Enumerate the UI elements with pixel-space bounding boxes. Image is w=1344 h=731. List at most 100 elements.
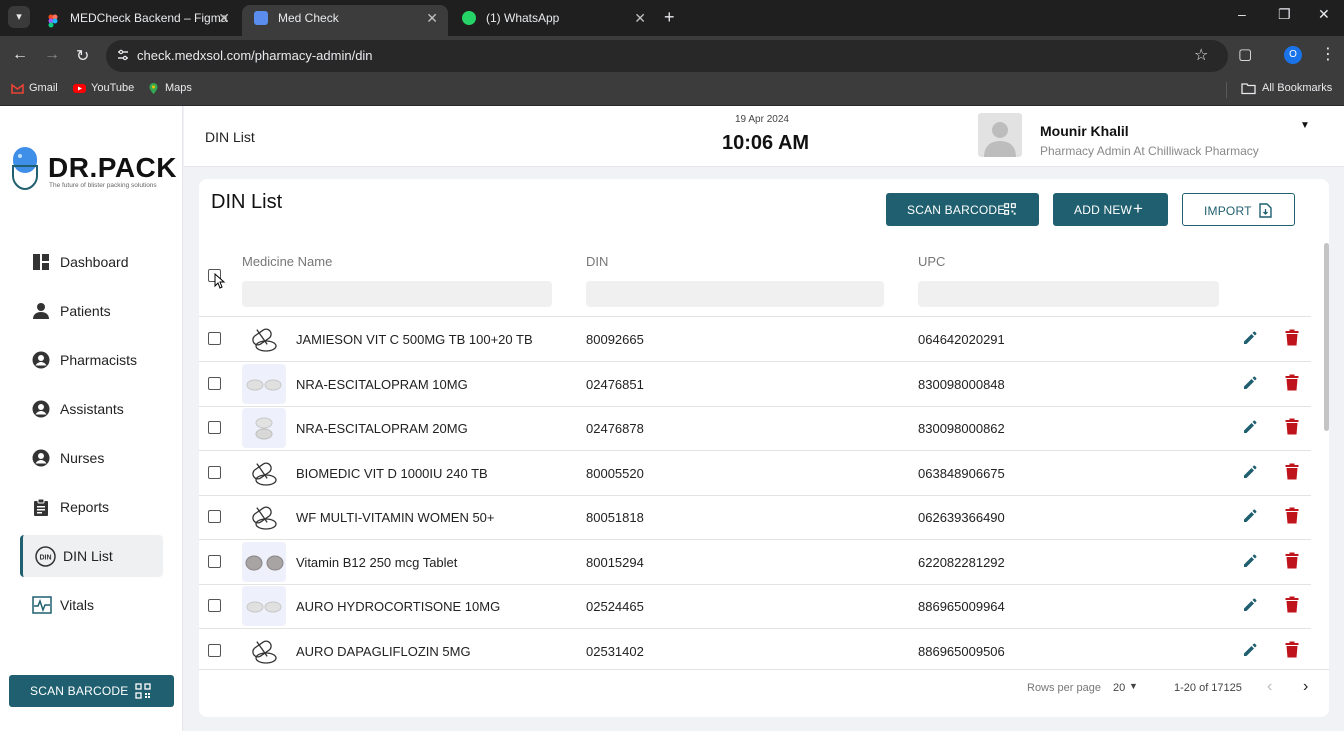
table-row[interactable]: BIOMEDIC VIT D 1000IU 240 TB 80005520 0638… <box>199 451 1311 496</box>
delete-trash-icon[interactable] <box>1285 463 1299 480</box>
delete-trash-icon[interactable] <box>1285 374 1299 391</box>
next-page-icon[interactable]: › <box>1303 678 1308 696</box>
sidebar-scan-barcode-button[interactable]: SCAN BARCODE <box>9 675 174 707</box>
delete-trash-icon[interactable] <box>1285 552 1299 569</box>
extensions-icon[interactable]: ▢ <box>1238 45 1252 63</box>
edit-pencil-icon[interactable] <box>1242 375 1258 391</box>
reload-icon[interactable]: ↻ <box>76 46 89 66</box>
edit-pencil-icon[interactable] <box>1242 642 1258 658</box>
table-row[interactable]: WF MULTI-VITAMIN WOMEN 50+ 80051818 062639… <box>199 495 1311 540</box>
delete-trash-icon[interactable] <box>1285 596 1299 613</box>
column-header-medicine-name[interactable]: Medicine Name <box>242 254 332 269</box>
din-list-card: DIN List SCAN BARCODE ADD NEW + IMPORT M… <box>199 179 1329 717</box>
site-settings-icon[interactable] <box>116 48 132 64</box>
delete-trash-icon[interactable] <box>1285 507 1299 524</box>
sidebar-item-assistants[interactable]: Assistants <box>20 388 163 430</box>
address-bar: ← → ↻ check.medxsol.com/pharmacy-admin/d… <box>0 36 1344 76</box>
new-tab-icon[interactable]: + <box>664 7 675 28</box>
table-row[interactable]: AURO HYDROCORTISONE 10MG 02524465 88696500… <box>199 584 1311 629</box>
table-row[interactable]: AURO DAPAGLIFLOZIN 5MG 02531402 8869650095… <box>199 629 1311 674</box>
table-row[interactable]: JAMIESON VIT C 500MG TB 100+20 TB 8009266… <box>199 317 1311 362</box>
qr-code-icon <box>135 683 151 699</box>
row-checkbox[interactable] <box>208 376 221 390</box>
sidebar-item-patients[interactable]: Patients <box>20 290 163 332</box>
url-field[interactable]: check.medxsol.com/pharmacy-admin/din <box>106 40 1228 72</box>
edit-pencil-icon[interactable] <box>1242 508 1258 524</box>
bookmark-maps[interactable]: Maps <box>147 82 192 94</box>
sidebar-item-pharmacists[interactable]: Pharmacists <box>20 339 163 381</box>
edit-pencil-icon[interactable] <box>1242 464 1258 480</box>
account-circle-icon <box>32 400 50 418</box>
bookmark-youtube[interactable]: YouTube <box>73 82 134 94</box>
restore-icon[interactable]: ❐ <box>1278 6 1291 23</box>
import-button[interactable]: IMPORT <box>1182 193 1295 226</box>
sidebar-item-reports[interactable]: Reports <box>20 486 163 528</box>
din-icon: DIN <box>35 546 56 567</box>
gmail-icon <box>11 82 24 95</box>
tab-whatsapp[interactable]: (1) WhatsApp ✕ <box>450 5 656 36</box>
bookmark-star-icon[interactable]: ☆ <box>1194 45 1208 65</box>
add-new-button[interactable]: ADD NEW + <box>1053 193 1168 226</box>
row-checkbox[interactable] <box>208 554 221 568</box>
back-icon[interactable]: ← <box>12 46 28 64</box>
edit-pencil-icon[interactable] <box>1242 597 1258 613</box>
row-checkbox[interactable] <box>208 599 221 612</box>
tab-med-check[interactable]: Med Check ✕ <box>242 5 448 36</box>
scan-barcode-button[interactable]: SCAN BARCODE <box>886 193 1039 226</box>
table-row[interactable]: NRA-ESCITALOPRAM 20MG 02476878 83009800086… <box>199 406 1311 451</box>
medicine-thumbnail <box>242 453 286 493</box>
upc-filter-input[interactable] <box>918 281 1219 307</box>
medicine-name-filter-input[interactable] <box>242 281 552 307</box>
delete-trash-icon[interactable] <box>1285 641 1299 658</box>
medicine-name: NRA-ESCITALOPRAM 10MG <box>296 376 468 392</box>
more-menu-icon[interactable]: ⋮ <box>1320 44 1336 64</box>
minimize-icon[interactable]: – <box>1238 6 1246 22</box>
row-checkbox[interactable] <box>208 421 221 434</box>
edit-pencil-icon[interactable] <box>1242 419 1258 435</box>
window-close-icon[interactable]: ✕ <box>1318 6 1330 23</box>
close-icon[interactable]: ✕ <box>426 5 438 31</box>
avatar[interactable] <box>978 113 1022 157</box>
close-icon[interactable]: ✕ <box>634 5 646 31</box>
page-scrollbar[interactable] <box>1324 243 1329 431</box>
medicine-thumbnail <box>242 497 286 537</box>
row-checkbox[interactable] <box>208 510 221 523</box>
din-value: 02531402 <box>586 643 644 659</box>
delete-trash-icon[interactable] <box>1285 418 1299 435</box>
bookmark-label: Gmail <box>29 82 58 94</box>
tab-figma[interactable]: MEDCheck Backend – Figma ✕ <box>34 5 240 36</box>
bookmark-divider <box>1226 82 1227 98</box>
forward-icon[interactable]: → <box>44 46 60 64</box>
sidebar-item-nurses[interactable]: Nurses <box>20 437 163 479</box>
row-checkbox[interactable] <box>208 332 221 345</box>
upc-value: 886965009964 <box>918 599 1005 614</box>
chevron-down-icon[interactable]: ▼ <box>1129 681 1138 691</box>
file-import-icon <box>1259 203 1272 218</box>
sidebar-item-din-list[interactable]: DIN DIN List <box>20 535 163 577</box>
bookmark-gmail[interactable]: Gmail <box>11 82 58 94</box>
din-filter-input[interactable] <box>586 281 884 307</box>
row-checkbox[interactable] <box>208 643 221 657</box>
column-header-upc[interactable]: UPC <box>918 254 945 269</box>
medicine-name: Vitamin B12 250 mcg Tablet <box>296 554 458 570</box>
column-header-din[interactable]: DIN <box>586 254 608 269</box>
edit-pencil-icon[interactable] <box>1242 553 1258 569</box>
clipboard-icon <box>34 498 48 516</box>
youtube-icon <box>73 82 86 95</box>
edit-pencil-icon[interactable] <box>1242 330 1258 346</box>
rows-per-page-select[interactable]: 20 <box>1113 682 1125 694</box>
tab-search-chevron-icon[interactable]: ▾ <box>8 6 30 28</box>
all-bookmarks[interactable]: All Bookmarks <box>1241 82 1332 95</box>
sidebar-item-vitals[interactable]: Vitals <box>20 584 163 626</box>
delete-trash-icon[interactable] <box>1285 329 1299 346</box>
person-icon <box>33 303 49 319</box>
close-icon[interactable]: ✕ <box>218 5 230 31</box>
medicine-thumbnail <box>242 363 286 404</box>
previous-page-icon[interactable]: ‹ <box>1267 678 1272 696</box>
table-row[interactable]: NRA-ESCITALOPRAM 10MG 02476851 83009800084… <box>199 362 1311 407</box>
row-checkbox[interactable] <box>208 465 221 479</box>
profile-avatar[interactable]: O <box>1284 46 1302 64</box>
sidebar-item-dashboard[interactable]: Dashboard <box>20 241 163 283</box>
user-menu-caret-icon[interactable]: ▼ <box>1300 120 1310 131</box>
table-row[interactable]: Vitamin B12 250 mcg Tablet 80015294 622082… <box>199 540 1311 585</box>
